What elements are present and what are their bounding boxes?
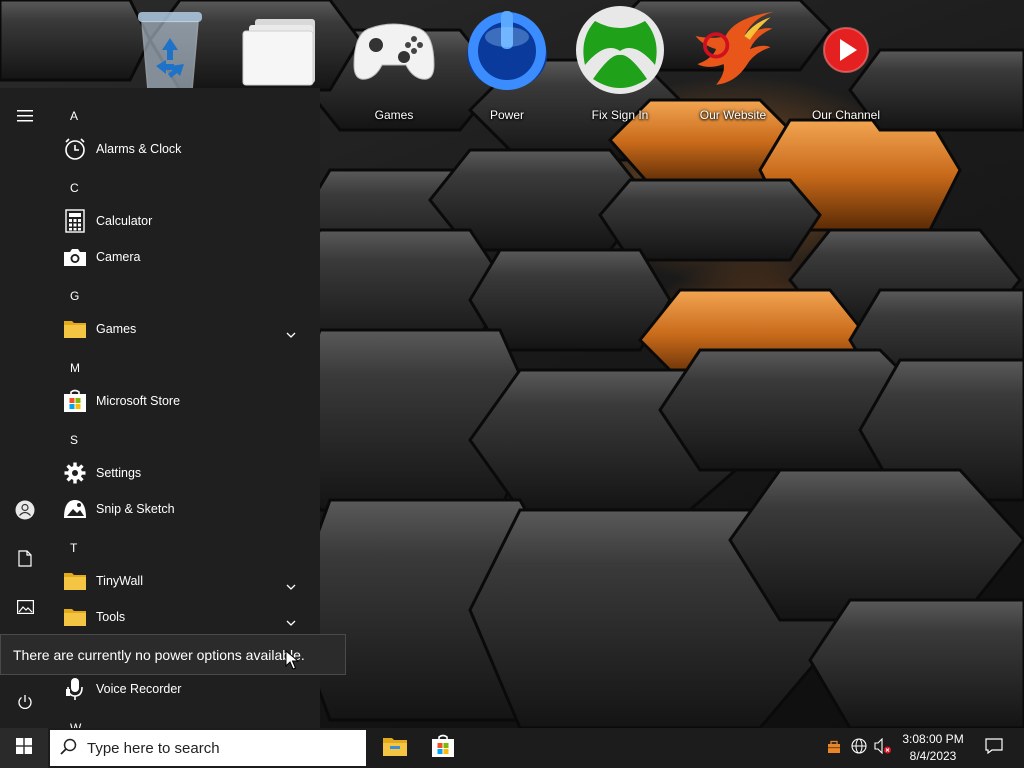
folder-icon (62, 568, 88, 594)
user-avatar-icon (15, 500, 35, 524)
app-label: Settings (96, 466, 142, 480)
tray-app-icon[interactable] (824, 728, 844, 768)
file-explorer-icon (382, 735, 408, 761)
xbox-icon (575, 4, 665, 96)
app-label: Calculator (96, 214, 153, 228)
desktop-icon-our-website[interactable]: Our Website (678, 4, 788, 126)
youtube-play-icon (801, 4, 891, 96)
mouse-cursor-icon (285, 650, 299, 670)
group-header-a[interactable]: A (70, 98, 78, 134)
pictures-button[interactable] (0, 586, 50, 630)
start-menu-rail (0, 88, 50, 728)
group-header-w[interactable]: W (70, 710, 81, 728)
search-input[interactable] (87, 739, 347, 757)
taskbar: 3:08:00 PM 8/4/2023 (0, 728, 1024, 768)
app-folder-tools[interactable]: Tools (50, 599, 312, 635)
desktop-icon-label: Games (374, 108, 414, 122)
tray-volume[interactable] (872, 728, 894, 768)
app-folder-games[interactable]: Games (50, 311, 312, 347)
store-icon (62, 388, 88, 414)
app-snip-sketch[interactable]: Snip & Sketch (50, 491, 312, 527)
alarm-clock-icon (62, 136, 88, 162)
calculator-icon (62, 208, 88, 234)
app-voice-recorder[interactable]: Voice Recorder (50, 671, 312, 707)
camera-icon (62, 244, 88, 270)
app-microsoft-store[interactable]: Microsoft Store (50, 383, 312, 419)
folder-icon (62, 316, 88, 342)
desktop-icon-label: Fix Sign In (591, 108, 649, 122)
document-icon (18, 549, 32, 571)
group-header-m[interactable]: M (70, 350, 80, 386)
app-label: Snip & Sketch (96, 502, 175, 516)
folder-icon (238, 4, 328, 96)
group-header-c[interactable]: C (70, 170, 79, 206)
hamburger-icon (17, 107, 33, 126)
power-icon (462, 4, 552, 96)
desktop-icon-our-channel[interactable]: Our Channel (791, 4, 901, 126)
app-calculator[interactable]: Calculator (50, 203, 312, 239)
search-icon (60, 738, 77, 759)
app-label: Microsoft Store (96, 394, 181, 408)
desktop-icon-label: Our Channel (811, 108, 881, 122)
clock-time: 3:08:00 PM (902, 732, 964, 746)
search-box[interactable] (50, 730, 366, 766)
globe-icon (851, 738, 867, 758)
briefcase-icon (827, 739, 841, 758)
group-header-s[interactable]: S (70, 422, 78, 458)
snip-icon (62, 496, 88, 522)
clock-date: 8/4/2023 (909, 749, 957, 763)
microphone-icon (62, 676, 88, 702)
taskbar-microsoft-store[interactable] (419, 728, 467, 768)
chevron-down-icon[interactable] (286, 323, 296, 342)
picture-icon (16, 599, 34, 618)
clock[interactable]: 3:08:00 PM 8/4/2023 (898, 731, 968, 765)
store-icon (431, 734, 455, 762)
desktop-icon-power[interactable]: Power (452, 4, 562, 126)
app-label: Tools (96, 610, 126, 624)
phoenix-logo-icon (688, 4, 778, 96)
app-label: Camera (96, 250, 141, 264)
action-center-button[interactable] (974, 728, 1014, 768)
desktop-icon-fix-sign-in[interactable]: Fix Sign In (565, 4, 675, 126)
group-header-g[interactable]: G (70, 278, 79, 314)
gear-icon (62, 460, 88, 486)
group-header-t[interactable]: T (70, 530, 77, 566)
folder-icon (62, 604, 88, 630)
desktop-icon-games[interactable]: Games (339, 4, 449, 126)
app-settings[interactable]: Settings (50, 455, 312, 491)
app-list: A Alarms & Clock C Calculator Camera G G… (50, 88, 320, 728)
app-label: Voice Recorder (96, 682, 182, 696)
volume-muted-icon (874, 737, 892, 758)
chevron-down-icon[interactable] (286, 611, 296, 630)
app-label: Alarms & Clock (96, 142, 182, 156)
app-folder-tinywall[interactable]: TinyWall (50, 563, 312, 599)
account-button[interactable] (0, 490, 50, 534)
desktop-icon-label: Power (489, 108, 524, 122)
game-controller-icon (349, 4, 439, 96)
desktop-icon-label: Our Website (699, 108, 767, 122)
documents-button[interactable] (0, 538, 50, 582)
app-label: TinyWall (96, 574, 143, 588)
start-button[interactable] (0, 728, 48, 768)
expand-menu-button[interactable] (0, 94, 50, 138)
recycle-bin-icon (125, 4, 215, 96)
chevron-down-icon[interactable] (286, 575, 296, 594)
app-label: Games (96, 322, 137, 336)
tray-network[interactable] (848, 728, 870, 768)
notification-icon (985, 738, 1003, 758)
taskbar-file-explorer[interactable] (371, 728, 419, 768)
app-camera[interactable]: Camera (50, 239, 312, 275)
power-icon (17, 694, 33, 714)
app-alarms-clock[interactable]: Alarms & Clock (50, 131, 312, 167)
start-menu: A Alarms & Clock C Calculator Camera G G… (0, 88, 320, 728)
power-button[interactable] (0, 682, 50, 726)
windows-logo-icon (16, 738, 32, 758)
